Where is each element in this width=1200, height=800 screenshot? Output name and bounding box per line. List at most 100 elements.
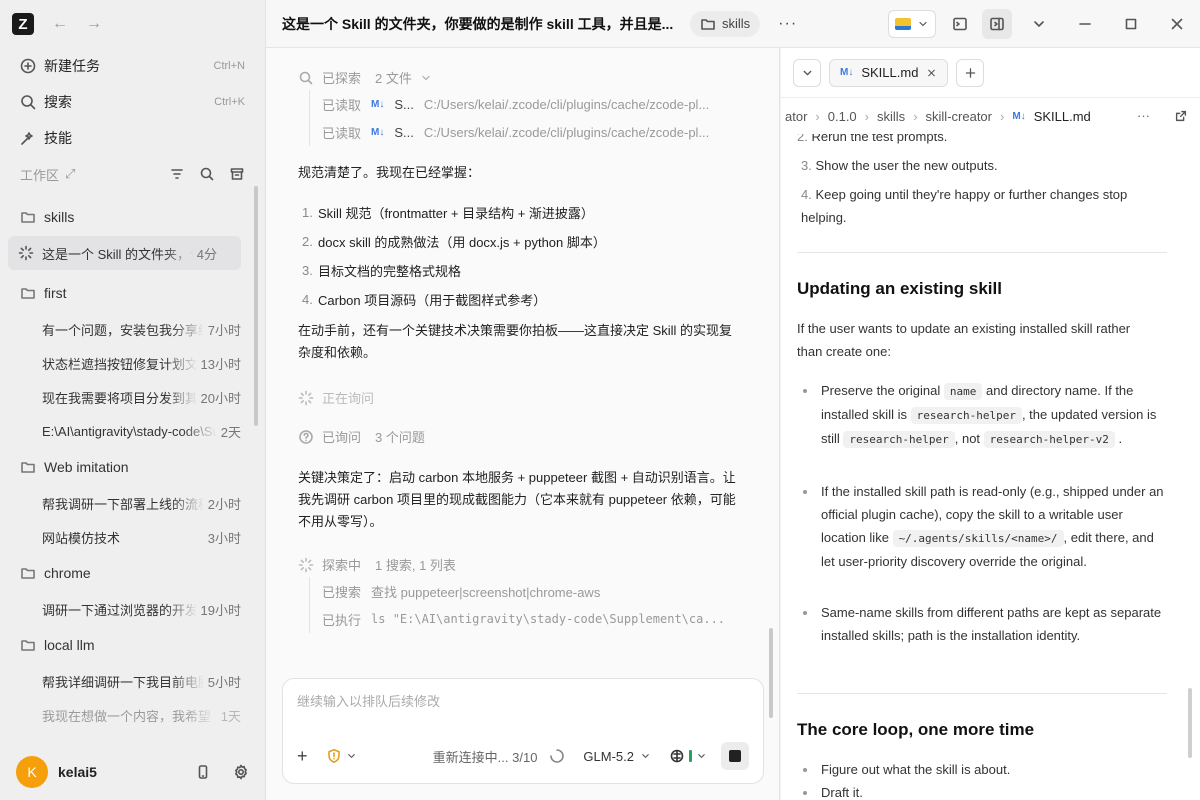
question-icon [298, 429, 314, 445]
shield-icon [326, 748, 342, 764]
conversation-time: 2小时 [207, 496, 241, 512]
search-button[interactable]: 搜索 Ctrl+K [0, 84, 265, 120]
archive-icon[interactable] [229, 166, 245, 182]
document-scrollbar[interactable] [1188, 688, 1192, 758]
window-menu-button[interactable] [1016, 0, 1062, 48]
breadcrumb-item[interactable]: SKILL.md [1034, 109, 1091, 124]
explored-count: 2 文件 [375, 71, 412, 86]
sidebar: Z ← → 新建任务 Ctrl+N 搜索 Ctrl+K 技能 工作区 ⤢ ski… [0, 0, 266, 800]
connection-status: 重新连接中... 3/10 [433, 747, 566, 766]
exec-row-label: 已执行 [322, 612, 362, 628]
phone-icon[interactable] [195, 764, 211, 780]
exec-row-text: ls "E:\AI\antigravity\stady-code\Supplem… [371, 612, 726, 626]
breadcrumb-item[interactable]: ator [785, 109, 807, 124]
conversation-item[interactable]: 有一个问题，安装包我分享给别人7小时 [0, 312, 265, 346]
asked-step[interactable]: 已询问 3 个问题 [298, 427, 425, 446]
exec-row[interactable]: 已执行 ls "E:\AI\antigravity\stady-code\Sup… [322, 605, 742, 633]
list-item: 2. Rerun the test prompts. [797, 134, 948, 144]
folder-local-llm[interactable]: local llm [0, 626, 265, 664]
list-item: 3. 目标文档的完整格式规格 [302, 263, 462, 279]
sidebar-scrollbar[interactable] [254, 186, 258, 426]
asked-label: 已询问 [322, 430, 362, 445]
search-label: 搜索 [44, 94, 72, 110]
conversation-item[interactable]: 网站模仿技术 3小时 [0, 520, 265, 554]
more-options-icon[interactable]: ··· [1137, 108, 1150, 124]
folder-chrome[interactable]: chrome [0, 554, 265, 592]
new-task-button[interactable]: 新建任务 Ctrl+N [0, 48, 265, 84]
exploring-label: 探索中 [322, 558, 362, 573]
section-heading: Updating an existing skill [797, 279, 1002, 298]
search-row[interactable]: 已搜索 查找 puppeteer|screenshot|chrome-aws [322, 577, 742, 605]
close-window-button[interactable] [1154, 0, 1200, 48]
folder-name: chrome [44, 565, 91, 581]
skills-icon [20, 130, 36, 146]
conversation-item[interactable]: 调研一下通过浏览器的开发者工具19小时 [0, 592, 265, 626]
read-path: C:/Users/kelai/.zcode/cli/plugins/cache/… [423, 96, 710, 112]
more-options-icon[interactable]: ··· [778, 15, 797, 33]
breadcrumb-item[interactable]: skill-creator [926, 109, 992, 124]
filter-icon[interactable] [169, 166, 185, 182]
exploring-step[interactable]: 探索中 1 搜索, 1 列表 [298, 555, 456, 574]
open-external-icon[interactable] [1174, 108, 1188, 124]
tabs-menu-button[interactable] [793, 58, 821, 87]
chat-scrollbar[interactable] [769, 628, 773, 718]
workspace-search-icon[interactable] [199, 166, 215, 182]
chevron-down-icon [1031, 16, 1047, 32]
forward-arrow-icon[interactable]: → [86, 15, 102, 33]
conversation-item[interactable]: 状态栏遮挡按钮修复计划文档 13小时 [0, 346, 265, 380]
markdown-icon: M↓ [371, 126, 385, 138]
conversation-item[interactable]: 帮我详细调研一下我目前电脑的配置5小时 [0, 664, 265, 698]
loading-spinner-icon [298, 557, 314, 573]
terminal-button[interactable] [942, 6, 978, 42]
skills-button[interactable]: 技能 [0, 120, 265, 156]
asking-step: 正在询问 [298, 388, 374, 407]
workspace-label: 工作区 [20, 167, 60, 183]
folder-skills[interactable]: skills [0, 198, 265, 236]
conversation-item[interactable]: 我现在想做一个内容，我希望 1天 [0, 698, 265, 732]
breadcrumb-item[interactable]: skills [877, 109, 905, 124]
conversation-item[interactable]: E:\AI\antigravity\stady-code\Supplement2… [0, 414, 265, 448]
document-panel: M↓ SKILL.md ator › 0.1.0 › skills › skill-c… [781, 48, 1200, 800]
model-select[interactable]: GLM-5.2 [583, 748, 651, 764]
conversation-title: 状态栏遮挡按钮修复计划文档 [42, 356, 197, 372]
composer-input[interactable]: 继续输入以排队后续修改 [297, 691, 440, 710]
composer[interactable]: 继续输入以排队后续修改 + 重新连接中... 3/10 GLM-5.2 [282, 678, 764, 784]
section-heading: The core loop, one more time [797, 720, 1035, 739]
breadcrumb-item[interactable]: 0.1.0 [828, 109, 857, 124]
expand-icon[interactable]: ⤢ [65, 166, 75, 182]
read-row[interactable]: 已读取 M↓ S... C:/Users/kelai/.zcode/cli/pl… [322, 118, 742, 146]
explored-step[interactable]: 已探索 2 文件 [298, 68, 432, 87]
add-attachment-icon[interactable]: + [297, 746, 308, 767]
folder-web-imitation[interactable]: Web imitation [0, 448, 265, 486]
folder-icon [20, 209, 36, 225]
new-tab-button[interactable] [956, 58, 985, 87]
message-paragraph: 关键决策定了：启动 carbon 本地服务 + puppeteer 截图 + 自… [298, 470, 736, 529]
tab-skill-md[interactable]: M↓ SKILL.md [829, 58, 949, 87]
stop-button[interactable] [721, 742, 749, 770]
maximize-button[interactable] [1108, 0, 1154, 48]
list-item-text: 目标文档的完整格式规格 [318, 264, 462, 279]
maximize-icon [1123, 16, 1139, 32]
conversation-time: 3小时 [207, 530, 241, 546]
conversation-item[interactable]: 帮我调研一下部署上线的流程 2小时 [0, 486, 265, 520]
read-label: 已读取 [322, 97, 362, 113]
context-select[interactable] [669, 748, 707, 764]
conversation-time: 5小时 [207, 674, 241, 690]
conversation-item-active[interactable]: 这是一个 Skill 的文件夹，你要做的是制作 4分 [8, 236, 241, 270]
conversation-item[interactable]: 现在我需要将项目分发到其他电脑20小时 [0, 380, 265, 414]
gear-icon[interactable] [233, 764, 249, 780]
minimize-button[interactable] [1062, 0, 1108, 48]
folder-chip[interactable]: skills [690, 10, 761, 37]
message-paragraph: 规范清楚了。我现在已经掌握： [298, 165, 481, 180]
read-row[interactable]: 已读取 M↓ S... C:/Users/kelai/.zcode/cli/pl… [322, 90, 742, 118]
open-in-explorer-select[interactable] [888, 9, 936, 38]
folder-icon [20, 565, 36, 581]
avatar[interactable]: K [16, 756, 48, 788]
markdown-content: 2. Rerun the test prompts. 3. Show the u… [797, 134, 1177, 800]
folder-first[interactable]: first [0, 274, 265, 312]
back-arrow-icon[interactable]: ← [52, 15, 68, 33]
folder-name: local llm [44, 637, 95, 653]
toggle-panel-button[interactable] [982, 8, 1012, 39]
permission-select[interactable] [326, 748, 357, 764]
close-icon[interactable] [926, 65, 937, 81]
